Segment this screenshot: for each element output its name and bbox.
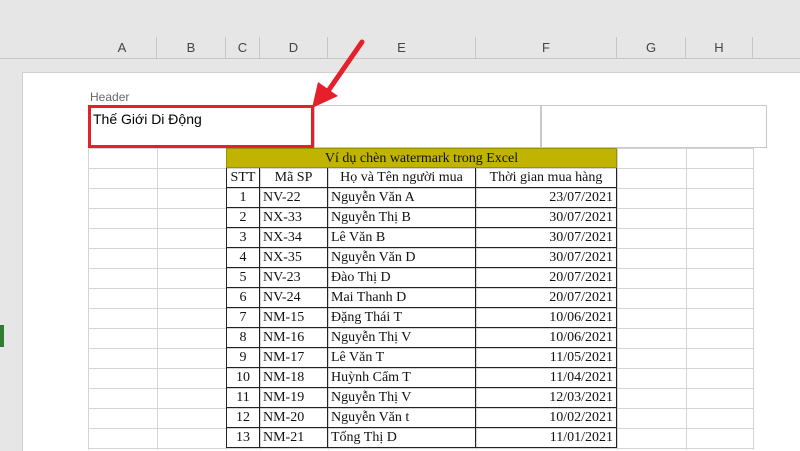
red-arrow-icon: [312, 39, 365, 108]
